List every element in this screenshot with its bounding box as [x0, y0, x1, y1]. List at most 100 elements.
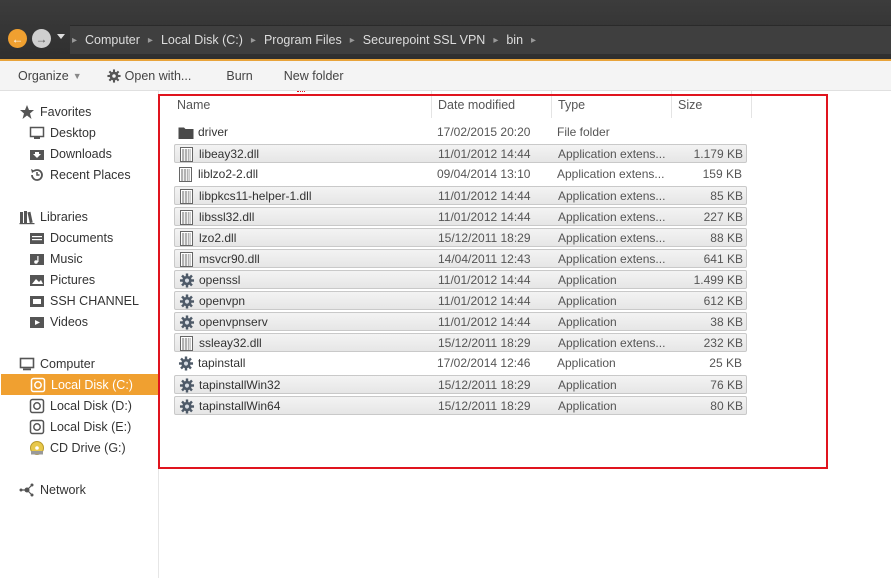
- hard-disk-icon: [30, 377, 46, 393]
- sidebar-item-libraries[interactable]: Libraries: [19, 206, 175, 227]
- file-date-modified: 11/01/2012 14:44: [438, 189, 531, 203]
- file-type: Application extens...: [558, 189, 666, 203]
- file-row[interactable]: libssl32.dll 11/01/2012 14:44 Application …: [174, 207, 747, 226]
- file-type: Application: [557, 356, 616, 370]
- file-name: openvpnserv: [199, 315, 268, 329]
- dll-icon: [178, 167, 194, 182]
- file-date-modified: 11/01/2012 14:44: [438, 273, 531, 287]
- file-date-modified: 09/04/2014 13:10: [437, 167, 531, 181]
- sidebar-item-label: Downloads: [50, 146, 112, 161]
- file-name: libpkcs11-helper-1.dll: [199, 189, 312, 203]
- file-name: openvpn: [199, 294, 246, 308]
- breadcrumb-separator[interactable]: [529, 35, 538, 46]
- file-type: File folder: [557, 125, 610, 139]
- file-date-modified: 11/01/2012 14:44: [438, 315, 531, 329]
- file-row[interactable]: openvpn 11/01/2012 14:44 Application 612 KB: [174, 291, 747, 310]
- sidebar-item-label: Desktop: [50, 125, 96, 140]
- file-row[interactable]: openssl 11/01/2012 14:44 Application 1.499 …: [174, 270, 747, 289]
- file-size: 1.179 KB: [693, 147, 743, 161]
- file-size: 76 KB: [710, 378, 743, 392]
- sidebar-item-label: Local Disk (D:): [50, 398, 132, 413]
- file-row[interactable]: libpkcs11-helper-1.dll 11/01/2012 14:44 Ap…: [174, 186, 747, 205]
- star-icon: [19, 104, 35, 120]
- file-size: 80 KB: [710, 399, 743, 413]
- column-header-size[interactable]: Size: [672, 91, 752, 118]
- file-size: 85 KB: [710, 189, 743, 203]
- breadcrumb-separator[interactable]: [491, 35, 500, 46]
- sidebar-item-label: Local Disk (C:): [51, 377, 133, 392]
- file-row[interactable]: tapinstallWin64 15/12/2011 18:29 Applicati…: [174, 396, 747, 415]
- organize-button[interactable]: Organize ▼: [0, 69, 93, 83]
- column-header-label: Name: [177, 97, 211, 112]
- burn-button[interactable]: Burn: [202, 69, 263, 83]
- address-bar[interactable]: Computer Local Disk (C:) Program Files S…: [70, 25, 891, 54]
- file-size: 88 KB: [710, 231, 743, 245]
- file-row[interactable]: openvpnserv 11/01/2012 14:44 Application 38…: [174, 312, 747, 331]
- file-name: libeay32.dll: [199, 147, 260, 161]
- file-row[interactable]: driver 17/02/2015 20:20 File folder: [174, 123, 747, 142]
- command-bar: Organize ▼ Open with... Burn New folder: [0, 61, 891, 91]
- dll-icon: [179, 189, 195, 204]
- file-date-modified: 14/04/2011 12:43: [438, 252, 531, 266]
- dll-icon: [179, 210, 195, 225]
- file-row[interactable]: msvcr90.dll 14/04/2011 12:43 Application e…: [174, 249, 747, 268]
- file-size: 227 KB: [703, 210, 743, 224]
- organize-label: Organize: [18, 68, 69, 83]
- file-name: tapinstallWin32: [199, 378, 281, 392]
- chevron-down-icon: ▼: [72, 70, 82, 81]
- column-header-name[interactable]: Name: [171, 91, 432, 118]
- recent-places-icon: [29, 167, 45, 183]
- burn-label: Burn: [226, 68, 253, 83]
- forward-button[interactable]: →: [32, 29, 51, 48]
- pictures-icon: [29, 272, 45, 288]
- breadcrumb-program-files[interactable]: Program Files: [258, 33, 348, 47]
- breadcrumb-securepoint[interactable]: Securepoint SSL VPN: [357, 33, 492, 47]
- file-row[interactable]: liblzo2-2.dll 09/04/2014 13:10 Application…: [174, 165, 747, 184]
- breadcrumb-computer[interactable]: Computer: [79, 33, 146, 47]
- sidebar-item-computer[interactable]: Computer: [19, 353, 175, 374]
- column-header-label: Date modified: [438, 97, 516, 112]
- column-header-label: Type: [558, 97, 586, 112]
- exe-gear-icon: [179, 294, 195, 309]
- file-type: Application extens...: [558, 252, 666, 266]
- back-button[interactable]: ←: [8, 29, 27, 48]
- documents-icon: [29, 230, 45, 246]
- recent-pages-dropdown[interactable]: [57, 34, 65, 39]
- sidebar-item-label: Videos: [50, 314, 88, 329]
- file-size: 232 KB: [703, 336, 743, 350]
- file-row[interactable]: libeay32.dll 11/01/2012 14:44 Application …: [174, 144, 747, 163]
- file-date-modified: 17/02/2015 20:20: [437, 125, 531, 139]
- file-size: 612 KB: [703, 294, 743, 308]
- sidebar-item-favorites[interactable]: Favorites: [19, 101, 175, 122]
- file-date-modified: 15/12/2011 18:29: [438, 336, 531, 350]
- sidebar-item-local-disk-c[interactable]: Local Disk (C:): [1, 374, 158, 395]
- file-type: Application extens...: [558, 231, 666, 245]
- file-date-modified: 11/01/2012 14:44: [438, 294, 531, 308]
- sidebar-item-label: Computer: [40, 356, 95, 371]
- file-size: [674, 123, 742, 142]
- breadcrumb-separator[interactable]: [146, 35, 155, 46]
- file-row[interactable]: ssleay32.dll 15/12/2011 18:29 Application …: [174, 333, 747, 352]
- breadcrumb-local-disk-c[interactable]: Local Disk (C:): [155, 33, 249, 47]
- breadcrumb-separator[interactable]: [70, 35, 79, 46]
- breadcrumb-separator[interactable]: [348, 35, 357, 46]
- breadcrumb-bin[interactable]: bin: [500, 33, 529, 47]
- exe-gear-icon: [178, 356, 194, 371]
- file-size: 1.499 KB: [693, 273, 743, 287]
- file-name: liblzo2-2.dll: [198, 167, 259, 181]
- hard-disk-icon: [29, 419, 45, 435]
- new-folder-button[interactable]: New folder: [264, 69, 355, 83]
- open-with-button[interactable]: Open with...: [93, 69, 203, 83]
- column-header-date-modified[interactable]: Date modified: [432, 91, 552, 118]
- column-header-type[interactable]: Type: [552, 91, 672, 118]
- annotation-mark: [297, 91, 305, 95]
- breadcrumb-separator[interactable]: [249, 35, 258, 46]
- file-row[interactable]: tapinstallWin32 15/12/2011 18:29 Applicati…: [174, 375, 747, 394]
- file-date-modified: 15/12/2011 18:29: [438, 399, 531, 413]
- library-folder-icon: [29, 293, 45, 309]
- file-row[interactable]: lzo2.dll 15/12/2011 18:29 Application exte…: [174, 228, 747, 247]
- file-row[interactable]: tapinstall 17/02/2014 12:46 Application 25 …: [174, 354, 747, 373]
- sidebar-item-network[interactable]: Network: [19, 479, 175, 500]
- file-type: Application: [558, 294, 617, 308]
- file-name: openssl: [199, 273, 241, 287]
